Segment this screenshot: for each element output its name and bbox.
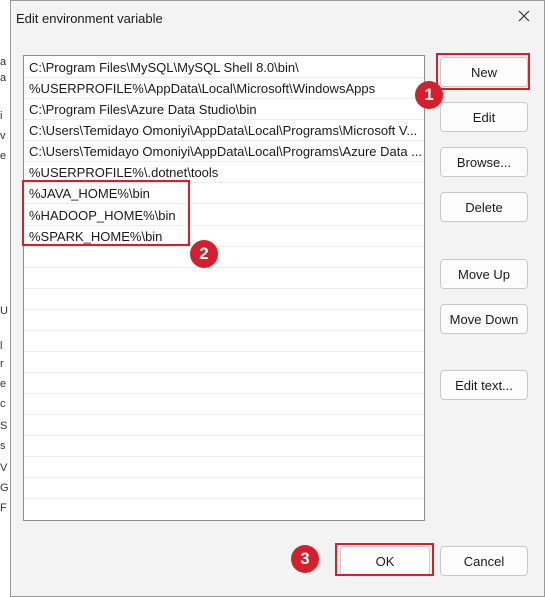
list-item[interactable]: %SPARK_HOME%\bin [24,227,424,247]
move-down-button[interactable]: Move Down [440,304,528,334]
background-text: e [0,150,7,162]
list-item-empty[interactable] [24,437,424,457]
list-item-empty[interactable] [24,332,424,352]
close-button[interactable] [510,5,538,31]
background-text: l [0,340,3,352]
edit-button[interactable]: Edit [440,102,528,132]
list-item-empty[interactable] [24,311,424,331]
list-item-empty[interactable] [24,290,424,310]
background-text: r [0,358,4,370]
ok-button[interactable]: OK [340,546,430,576]
step-marker-1: 1 [415,81,443,109]
background-text: U [0,305,8,317]
move-up-button[interactable]: Move Up [440,259,528,289]
title-bar[interactable]: Edit environment variable [11,1,544,35]
background-text: F [0,502,7,514]
cancel-button[interactable]: Cancel [440,546,528,576]
background-text: G [0,482,8,494]
step-marker-3: 3 [291,545,319,573]
edit-environment-variable-dialog: Edit environment variable C:\Program Fil… [10,0,545,597]
list-item[interactable]: %HADOOP_HOME%\bin [24,206,424,226]
list-item-empty[interactable] [24,500,424,520]
list-item-empty[interactable] [24,479,424,499]
list-item-empty[interactable] [24,269,424,289]
delete-button[interactable]: Delete [440,192,528,222]
browse-button[interactable]: Browse... [440,147,528,177]
list-item-empty[interactable] [24,416,424,436]
path-list[interactable]: C:\Program Files\MySQL\MySQL Shell 8.0\b… [23,55,425,521]
background-text: a [0,56,7,68]
background-text: e [0,378,7,390]
list-item[interactable]: %JAVA_HOME%\bin [24,184,424,204]
list-item[interactable]: C:\Program Files\MySQL\MySQL Shell 8.0\b… [24,58,424,78]
list-item-empty[interactable] [24,353,424,373]
list-item[interactable]: %USERPROFILE%\AppData\Local\Microsoft\Wi… [24,79,424,99]
step-marker-2: 2 [190,240,218,268]
list-item[interactable]: C:\Program Files\Azure Data Studio\bin [24,100,424,120]
close-icon [518,9,530,27]
dialog-title: Edit environment variable [16,11,163,26]
background-text: i [0,110,3,122]
background-text: c [0,398,6,410]
new-button[interactable]: New [440,57,528,87]
background-text: v [0,130,6,142]
list-item-empty[interactable] [24,458,424,478]
list-item[interactable]: C:\Users\Temidayo Omoniyi\AppData\Local\… [24,121,424,141]
background-text: V [0,462,8,474]
list-item[interactable]: %USERPROFILE%\.dotnet\tools [24,163,424,183]
edit-text-button[interactable]: Edit text... [440,370,528,400]
background-text: s [0,440,6,452]
list-item[interactable]: C:\Users\Temidayo Omoniyi\AppData\Local\… [24,142,424,162]
list-item-empty[interactable] [24,395,424,415]
list-item-empty[interactable] [24,374,424,394]
list-item-empty[interactable] [24,248,424,268]
background-text: S [0,420,8,432]
background-text: a [0,72,7,84]
